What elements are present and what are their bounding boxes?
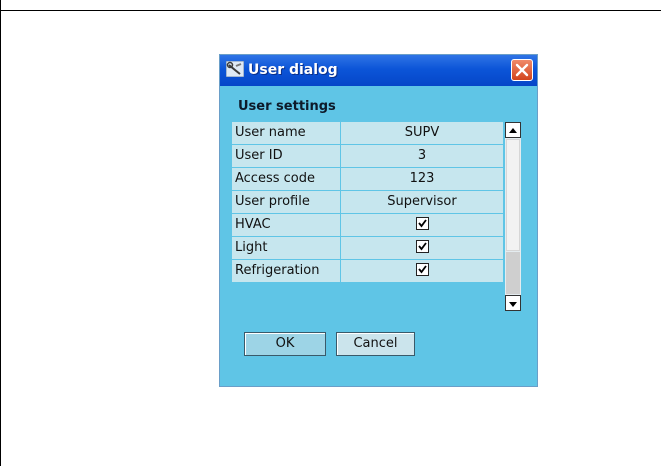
section-title: User settings — [238, 99, 336, 114]
dialog-title: User dialog — [248, 62, 338, 78]
table-row-user-name[interactable]: User name SUPV — [232, 122, 503, 145]
cancel-button[interactable]: Cancel — [336, 332, 415, 356]
user-settings-table: User name SUPV User ID 3 Access code 123… — [232, 122, 503, 283]
hvac-checkbox[interactable] — [415, 217, 429, 230]
table-scrollbar[interactable] — [505, 122, 521, 311]
refrigeration-checkbox[interactable] — [415, 263, 429, 276]
scroll-up-button[interactable] — [505, 122, 521, 138]
table-row-access-code[interactable]: Access code 123 — [232, 168, 503, 191]
tools-icon — [225, 60, 245, 78]
row-label: User profile — [232, 191, 341, 213]
checkmark-icon — [417, 219, 427, 228]
row-label: Light — [232, 237, 341, 259]
scroll-down-button[interactable] — [505, 295, 521, 311]
row-label: Refrigeration — [232, 260, 341, 282]
user-name-value[interactable]: SUPV — [341, 122, 503, 144]
ok-button[interactable]: OK — [244, 332, 326, 356]
row-label: User name — [232, 122, 341, 144]
access-code-value[interactable]: 123 — [341, 168, 503, 190]
close-button[interactable] — [511, 59, 533, 81]
scroll-thumb[interactable] — [506, 139, 520, 251]
table-row-light[interactable]: Light — [232, 237, 503, 260]
table-row-user-id[interactable]: User ID 3 — [232, 145, 503, 168]
checkmark-icon — [417, 242, 427, 251]
frame-left-border — [0, 0, 1, 466]
user-profile-value[interactable]: Supervisor — [341, 191, 503, 213]
light-checkbox[interactable] — [415, 240, 429, 253]
row-label: HVAC — [232, 214, 341, 236]
table-row-hvac[interactable]: HVAC — [232, 214, 503, 237]
row-label: Access code — [232, 168, 341, 190]
table-row-user-profile[interactable]: User profile Supervisor — [232, 191, 503, 214]
dialog-titlebar[interactable]: User dialog — [220, 55, 537, 86]
scroll-up-arrow-icon — [509, 128, 517, 133]
scroll-track[interactable] — [506, 252, 520, 294]
table-row-refrigeration[interactable]: Refrigeration — [232, 260, 503, 283]
row-label: User ID — [232, 145, 341, 167]
user-dialog: User dialog User settings User name SUPV… — [219, 54, 538, 387]
close-icon — [515, 63, 529, 77]
checkmark-icon — [417, 265, 427, 274]
frame-top-border — [0, 10, 661, 11]
user-id-value[interactable]: 3 — [341, 145, 503, 167]
scroll-down-arrow-icon — [509, 302, 517, 307]
